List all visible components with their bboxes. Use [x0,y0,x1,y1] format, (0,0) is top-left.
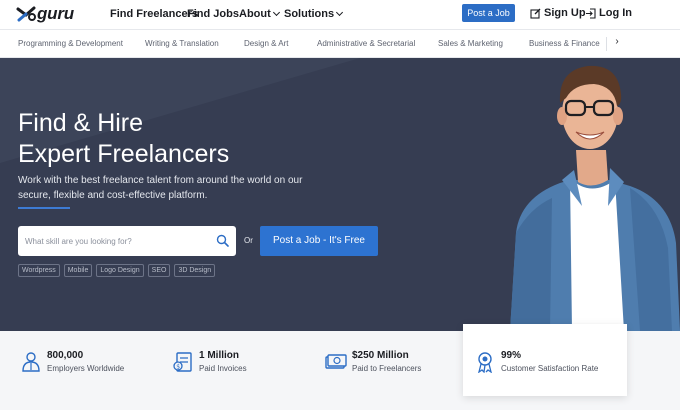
sign-up-link[interactable]: Sign Up [530,7,586,19]
stat-satisfaction: 99% Customer Satisfaction Rate [474,349,598,375]
nav-about[interactable]: About [239,8,280,20]
top-navigation: guru Find Freelancers Find Jobs About So… [0,0,680,29]
category-sales[interactable]: Sales & Marketing [438,39,503,48]
svg-text:$: $ [176,363,180,370]
hero-title-line-2: Expert Freelancers [18,140,230,168]
category-writing[interactable]: Writing & Translation [145,39,219,48]
sign-up-label: Sign Up [544,7,586,19]
nav-find-freelancers[interactable]: Find Freelancers [110,8,198,20]
skill-search-box [18,226,236,256]
skill-search-input[interactable] [25,226,215,256]
chevron-down-icon [336,8,344,17]
stat-label: Employers Worldwide [47,364,125,373]
nav-about-label: About [239,8,271,20]
stat-label: Customer Satisfaction Rate [501,364,599,373]
stat-label: Paid to Freelancers [352,364,422,373]
hero-title-line-1: Find & Hire [18,109,144,137]
guru-logo-mark-icon [16,6,36,22]
tag-seo[interactable]: SEO [147,264,171,277]
category-design[interactable]: Design & Art [244,39,288,48]
popular-skill-tags: Wordpress Mobile Logo Design SEO 3D Desi… [18,264,216,277]
category-administrative[interactable]: Administrative & Secretarial [317,39,415,48]
post-a-job-button[interactable]: Post a Job [462,4,515,22]
invoice-icon: $ [173,352,192,372]
stat-value: $250 Million [352,350,409,361]
edit-icon [530,8,541,19]
tag-logo-design[interactable]: Logo Design [96,264,144,277]
stat-value: 800,000 [47,350,84,361]
hero-subtitle: Work with the best freelance talent from… [18,175,303,201]
money-icon [325,354,347,369]
log-in-link[interactable]: Log In [586,7,632,19]
category-bar: Programming & Development Writing & Tran… [0,29,680,58]
stat-value: 99% [501,350,522,361]
hero-divider [18,207,70,209]
hero-person-image [510,65,680,331]
employer-icon [22,352,40,372]
chevron-down-icon [272,8,280,17]
search-icon[interactable] [216,234,229,247]
chevron-right-icon[interactable]: › [610,36,624,52]
stat-label: Paid Invoices [199,364,247,373]
log-in-label: Log In [599,7,632,19]
category-business[interactable]: Business & Finance [529,39,600,48]
login-icon [586,7,596,19]
hero-title: Find & Hire Expert Freelancers [18,108,338,170]
stat-invoices: $ 1 Million Paid Invoices [172,349,247,375]
tag-3d-design[interactable]: 3D Design [174,264,216,277]
stat-value: 1 Million [199,350,239,361]
nav-solutions-label: Solutions [284,8,335,20]
award-ribbon-icon [478,352,492,373]
tag-wordpress[interactable]: Wordpress [18,264,60,277]
stat-paid: $250 Million Paid to Freelancers [325,349,421,375]
or-text: Or [244,236,253,245]
tag-mobile[interactable]: Mobile [63,264,93,277]
nav-find-jobs[interactable]: Find Jobs [187,8,239,20]
post-job-free-button[interactable]: Post a Job - It's Free [260,226,378,256]
guru-logo[interactable]: guru [16,4,74,23]
stat-employers: 800,000 Employers Worldwide [20,349,124,375]
nav-solutions[interactable]: Solutions [284,8,344,20]
satisfaction-card: 99% Customer Satisfaction Rate [463,324,627,396]
hero-section: Find & Hire Expert Freelancers Work with… [0,58,680,331]
category-programming[interactable]: Programming & Development [18,39,123,48]
category-divider [606,37,607,51]
logo-text: guru [37,4,74,23]
